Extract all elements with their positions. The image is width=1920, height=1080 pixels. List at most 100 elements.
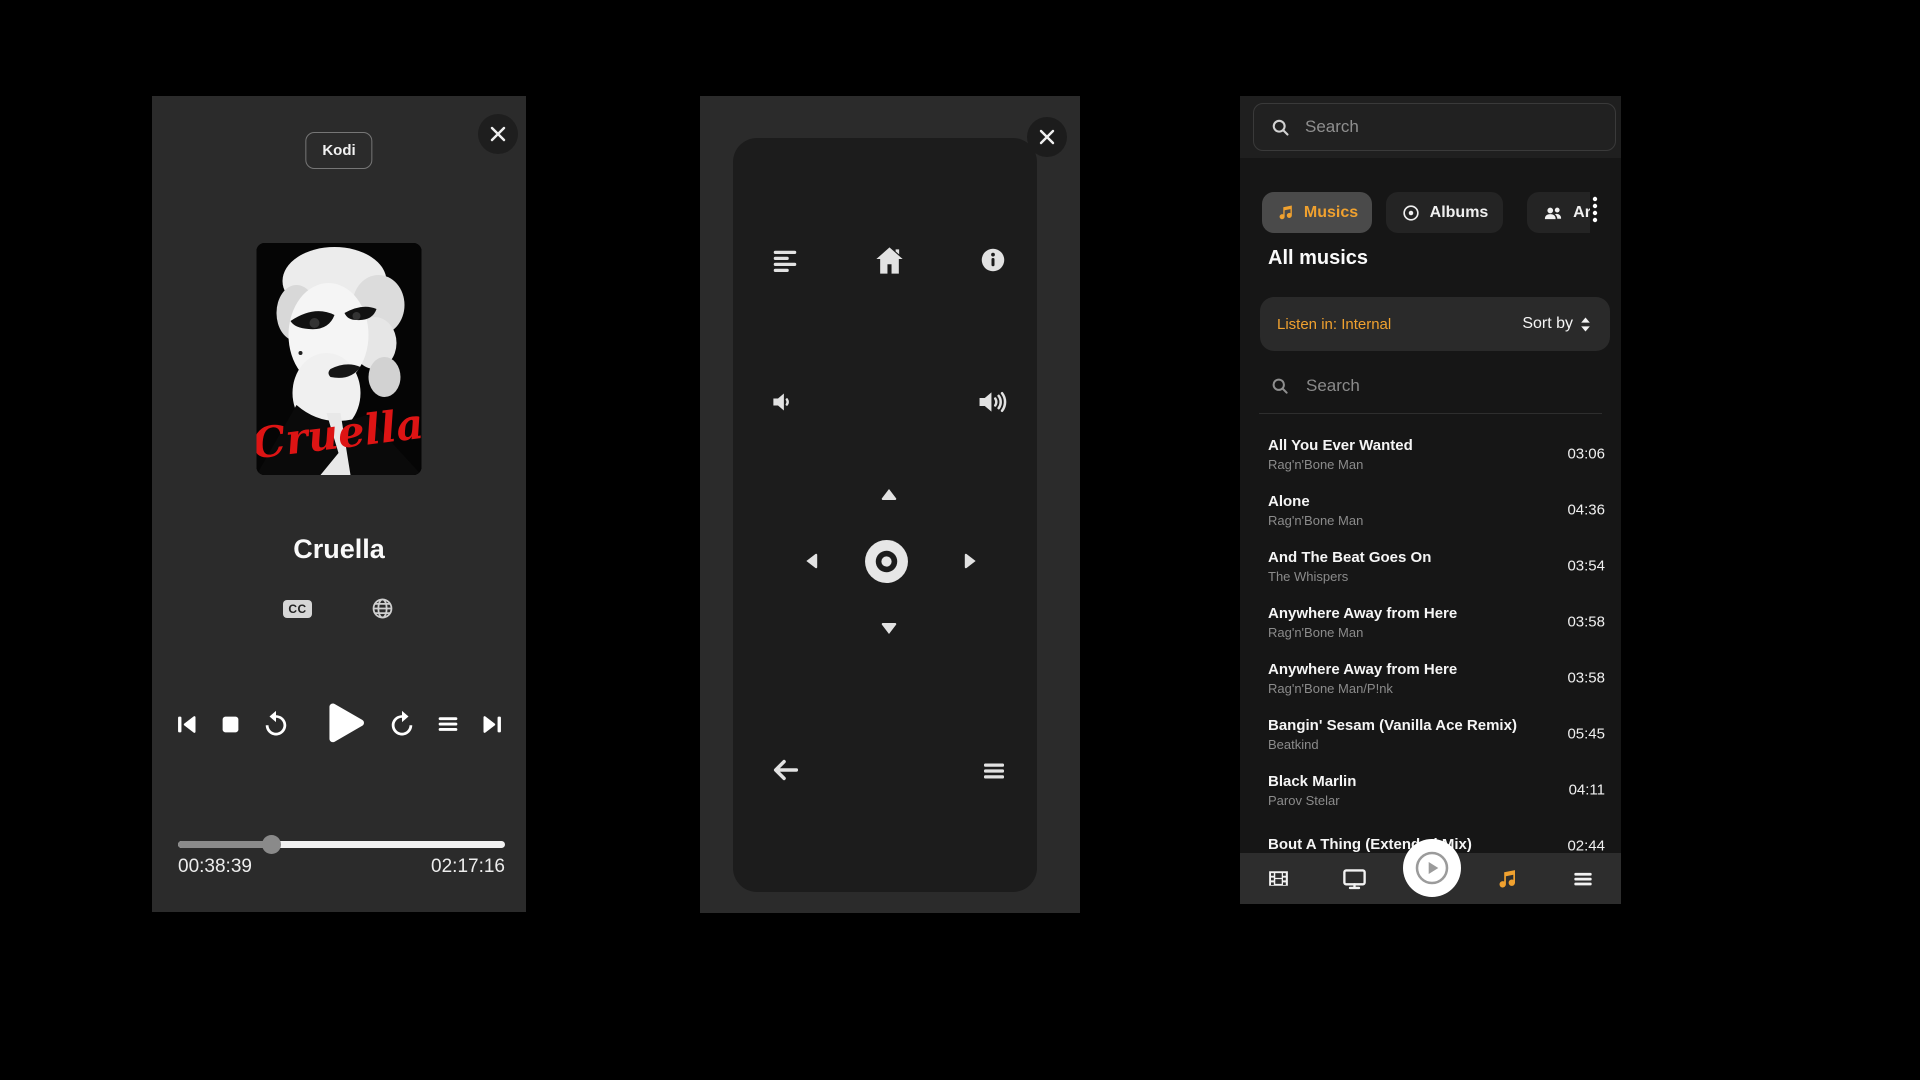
remote-pad <box>733 138 1037 892</box>
queue-button[interactable] <box>770 245 800 275</box>
close-remote-button[interactable] <box>1027 117 1067 157</box>
screen: Kodi <box>0 0 1920 1080</box>
nav-menu-button[interactable] <box>1545 866 1621 892</box>
close-icon <box>488 124 508 144</box>
seek-slider[interactable] <box>178 835 505 853</box>
seek-thumb[interactable] <box>262 835 281 854</box>
song-duration: 04:11 <box>1569 782 1605 799</box>
stop-button[interactable] <box>217 711 244 738</box>
tabs-overflow-button[interactable] <box>1590 195 1606 235</box>
song-title: Alone <box>1268 493 1531 510</box>
info-button[interactable] <box>978 245 1008 275</box>
song-row[interactable]: Black Marlin Parov Stelar 04:11 <box>1240 762 1621 818</box>
song-duration: 03:06 <box>1567 446 1605 463</box>
song-artist: Rag'n'Bone Man <box>1268 625 1531 640</box>
library-header: Search <box>1240 96 1621 158</box>
play-circle-icon <box>1414 850 1450 886</box>
search-icon <box>1270 376 1290 396</box>
subtitles-button[interactable]: CC <box>283 600 311 618</box>
list-search-placeholder: Search <box>1306 376 1360 396</box>
search-placeholder: Search <box>1305 117 1359 137</box>
song-duration: 04:36 <box>1567 502 1605 519</box>
list-search-input[interactable]: Search <box>1270 371 1601 401</box>
song-title: All You Ever Wanted <box>1268 437 1531 454</box>
playback-controls <box>152 688 526 760</box>
song-list: All You Ever Wanted Rag'n'Bone Man 03:06… <box>1240 426 1621 904</box>
audio-language-button[interactable] <box>370 596 395 621</box>
nav-music-button[interactable] <box>1469 867 1545 891</box>
elapsed-time: 00:38:39 <box>178 856 252 878</box>
dpad-up-button[interactable] <box>876 484 902 506</box>
sort-by-button[interactable]: Sort by <box>1522 315 1593 333</box>
media-title: Cruella <box>152 534 526 565</box>
movie-poster: Cruella <box>257 243 422 475</box>
listen-in-button[interactable]: Listen in: Internal <box>1277 316 1391 333</box>
globe-icon <box>370 596 395 621</box>
remote-menu-button[interactable] <box>979 756 1009 786</box>
rewind-icon[interactable] <box>261 709 291 739</box>
song-artist: The Whispers <box>1268 569 1531 584</box>
sort-arrows-icon <box>1578 316 1593 333</box>
song-duration: 05:45 <box>1567 726 1605 743</box>
song-row[interactable]: Anywhere Away from Here Rag'n'Bone Man/P… <box>1240 650 1621 706</box>
filter-bar: Listen in: Internal Sort by <box>1260 297 1610 351</box>
back-button[interactable] <box>769 754 801 786</box>
song-duration: 03:54 <box>1567 558 1605 575</box>
sort-by-label: Sort by <box>1522 315 1573 333</box>
vertical-dots-icon <box>1590 195 1606 227</box>
song-row[interactable]: Alone Rag'n'Bone Man 04:36 <box>1240 482 1621 538</box>
hamburger-icon <box>1570 866 1596 892</box>
song-row[interactable]: All You Ever Wanted Rag'n'Bone Man 03:06 <box>1240 426 1621 482</box>
song-row[interactable]: Anywhere Away from Here Rag'n'Bone Man 0… <box>1240 594 1621 650</box>
tab-artists-label: Artists <box>1573 204 1590 222</box>
search-icon <box>1270 117 1291 138</box>
music-note-icon <box>1495 867 1519 891</box>
song-artist: Rag'n'Bone Man/P!nk <box>1268 681 1531 696</box>
tab-albums[interactable]: Albums <box>1386 192 1503 233</box>
volume-up-button[interactable] <box>976 385 1010 419</box>
dpad-right-button[interactable] <box>959 548 981 574</box>
music-note-icon <box>1276 203 1295 222</box>
song-duration: 02:44 <box>1567 838 1605 855</box>
fast-forward-icon[interactable] <box>387 709 417 739</box>
music-library-panel: Search Musics Albums Artists <box>1240 96 1621 904</box>
cc-icon: CC <box>283 600 311 618</box>
dpad-select-button[interactable] <box>864 539 909 584</box>
volume-down-button[interactable] <box>769 387 799 417</box>
song-artist: Beatkind <box>1268 737 1531 752</box>
song-artist: Rag'n'Bone Man <box>1268 457 1531 472</box>
close-icon <box>1037 127 1057 147</box>
total-time: 02:17:16 <box>431 856 505 878</box>
global-search-input[interactable]: Search <box>1253 103 1616 151</box>
song-title: And The Beat Goes On <box>1268 549 1531 566</box>
song-row[interactable]: Bangin' Sesam (Vanilla Ace Remix) Beatki… <box>1240 706 1621 762</box>
tab-artists[interactable]: Artists <box>1527 192 1590 233</box>
song-title: Anywhere Away from Here <box>1268 605 1531 622</box>
song-artist: Parov Stelar <box>1268 793 1531 808</box>
song-row[interactable]: And The Beat Goes On The Whispers 03:54 <box>1240 538 1621 594</box>
nav-tv-button[interactable] <box>1316 865 1392 892</box>
film-icon <box>1266 866 1291 891</box>
play-button[interactable] <box>308 693 370 755</box>
disc-icon <box>1401 203 1421 223</box>
song-title: Anywhere Away from Here <box>1268 661 1531 678</box>
song-title: Bangin' Sesam (Vanilla Ace Remix) <box>1268 717 1531 734</box>
skip-previous-button[interactable] <box>173 711 200 738</box>
dpad-left-button[interactable] <box>801 548 823 574</box>
section-heading: All musics <box>1268 247 1368 270</box>
dpad-down-button[interactable] <box>876 617 902 639</box>
song-title: Bout A Thing (Extended Mix) <box>1268 836 1531 853</box>
now-playing-panel: Kodi <box>152 96 526 912</box>
nav-movies-button[interactable] <box>1240 866 1316 891</box>
people-icon <box>1542 202 1564 224</box>
skip-next-button[interactable] <box>479 711 506 738</box>
close-player-button[interactable] <box>478 114 518 154</box>
playlist-button[interactable] <box>434 710 462 738</box>
kodi-chip[interactable]: Kodi <box>305 132 372 169</box>
tab-musics[interactable]: Musics <box>1262 192 1372 233</box>
now-playing-fab[interactable] <box>1403 839 1461 897</box>
tab-albums-label: Albums <box>1430 204 1489 222</box>
library-tabs: Musics Albums Artists <box>1240 192 1590 233</box>
home-button[interactable] <box>872 243 907 278</box>
song-duration: 03:58 <box>1567 670 1605 687</box>
